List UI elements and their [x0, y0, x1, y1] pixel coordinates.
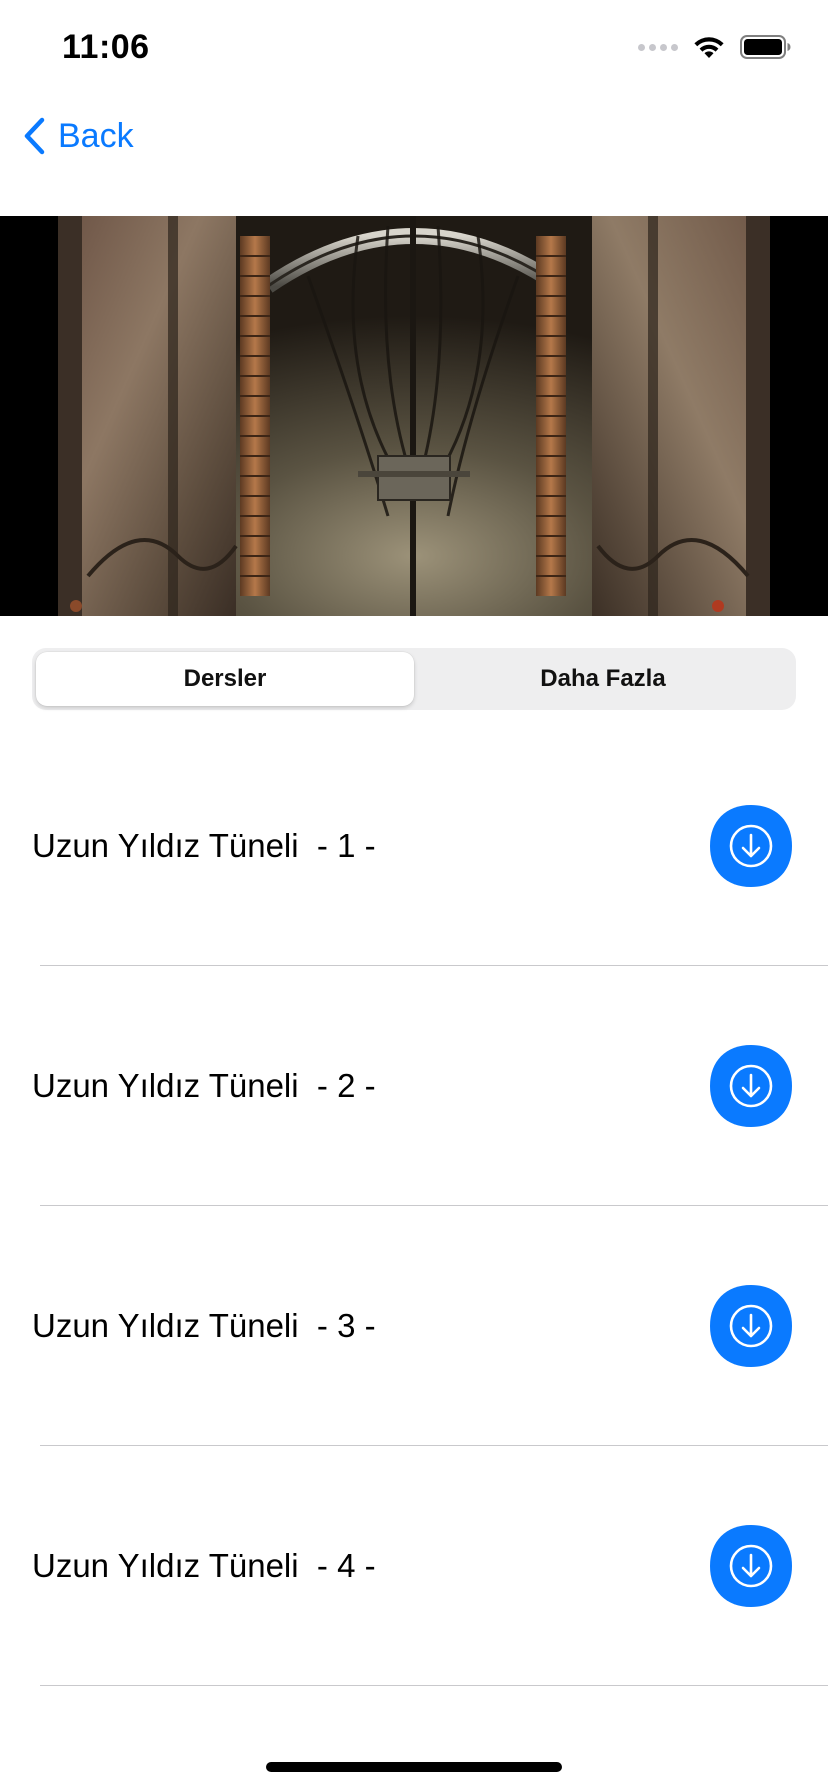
navigation-bar: Back [0, 96, 828, 186]
list-item[interactable]: Uzun Yıldız Tüneli - 1 - [0, 726, 828, 966]
segmented-control: Dersler Daha Fazla [32, 648, 796, 710]
lesson-title: Uzun Yıldız Tüneli - 4 - [32, 1547, 376, 1584]
wifi-icon [694, 37, 724, 58]
status-time: 11:06 [62, 28, 150, 66]
home-indicator[interactable] [266, 1762, 562, 1772]
lesson-title: Uzun Yıldız Tüneli - 3 - [32, 1307, 376, 1344]
list-item[interactable]: Uzun Yıldız Tüneli - 4 - [0, 1446, 828, 1686]
back-label: Back [58, 116, 134, 155]
lesson-title: Uzun Yıldız Tüneli - 1 - [32, 827, 376, 864]
cellular-signal-icon [638, 43, 678, 51]
download-icon[interactable] [708, 1523, 794, 1609]
list-item[interactable]: Uzun Yıldız Tüneli - 2 - [0, 966, 828, 1206]
back-button[interactable]: Back [22, 116, 134, 156]
download-icon[interactable] [708, 803, 794, 889]
video-thumbnail [58, 216, 770, 616]
segment-daha-fazla[interactable]: Daha Fazla [414, 652, 792, 706]
row-divider [40, 1685, 828, 1686]
lesson-title: Uzun Yıldız Tüneli - 2 - [32, 1067, 376, 1104]
video-player[interactable] [0, 216, 828, 616]
battery-icon [740, 35, 791, 59]
download-icon[interactable] [708, 1043, 794, 1129]
segment-dersler[interactable]: Dersler [36, 652, 414, 706]
status-bar: 11:06 [0, 0, 828, 96]
lesson-list: Uzun Yıldız Tüneli - 1 - Uzun Yıldız Tün… [0, 726, 828, 1686]
list-item[interactable]: Uzun Yıldız Tüneli - 3 - [0, 1206, 828, 1446]
status-icons [638, 34, 792, 60]
chevron-left-icon [24, 117, 45, 155]
download-icon[interactable] [708, 1283, 794, 1369]
